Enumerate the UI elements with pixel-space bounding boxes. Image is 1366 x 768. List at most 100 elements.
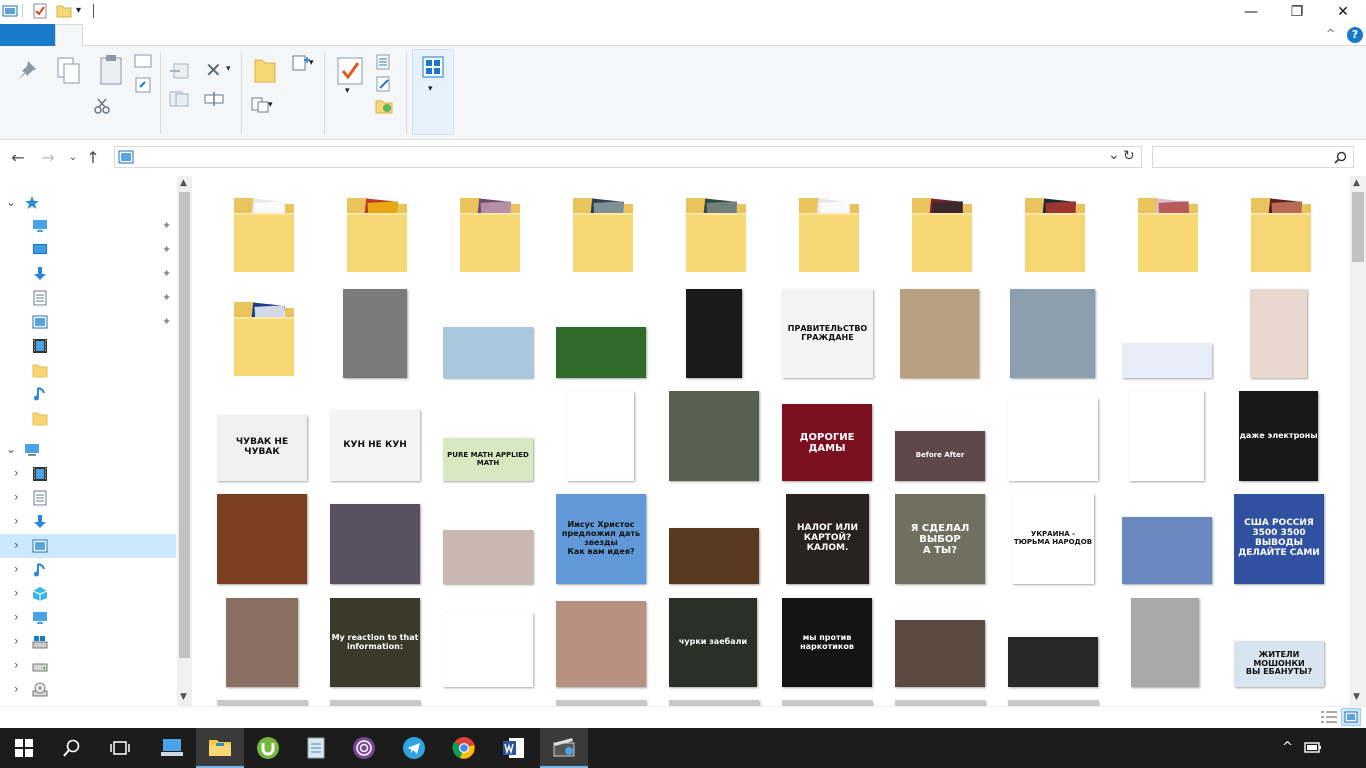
taskbar-app-utorrent[interactable]	[244, 728, 292, 768]
pin-icon[interactable]: ✦	[162, 315, 171, 328]
address-bar[interactable]: ⌄ ↻	[114, 146, 1142, 168]
image-thumbnail[interactable]	[556, 601, 646, 687]
folder-icon[interactable]	[910, 192, 974, 274]
taskbar-app-file-explorer[interactable]	[196, 728, 244, 768]
help-icon[interactable]: ?	[1347, 27, 1363, 43]
collapsed-chevron-icon[interactable]: ›	[14, 562, 19, 576]
maximize-button[interactable]: ❐	[1274, 0, 1320, 24]
image-thumbnail[interactable]	[669, 391, 759, 481]
nav-scroll-up-icon[interactable]: ▲	[180, 178, 187, 188]
rename-icon[interactable]	[203, 90, 225, 108]
delete-icon[interactable]: ✕	[205, 58, 222, 82]
pin-icon[interactable]: ✦	[162, 267, 171, 280]
image-thumbnail[interactable]	[1010, 289, 1095, 378]
forward-arrow-icon[interactable]: →	[37, 146, 59, 168]
recent-locations-chevron-icon[interactable]: ⌄	[62, 146, 84, 168]
customize-qa-chevron-icon[interactable]: ▾	[76, 5, 81, 16]
taskbar-app-telegram[interactable]	[390, 728, 438, 768]
collapsed-chevron-icon[interactable]: ›	[14, 610, 19, 624]
search-taskbar-button[interactable]	[48, 728, 96, 768]
details-view-icon[interactable]	[1320, 710, 1338, 724]
image-thumbnail[interactable]	[217, 494, 307, 584]
battery-icon[interactable]	[1304, 740, 1322, 754]
easy-access-icon[interactable]	[250, 96, 270, 114]
taskbar-app-chrome[interactable]	[440, 728, 488, 768]
home-tab[interactable]	[55, 24, 83, 47]
nav-this-pc-item[interactable]: ›	[0, 606, 176, 630]
taskbar-app-pc[interactable]	[148, 728, 196, 768]
file-tab[interactable]	[0, 24, 55, 46]
collapsed-chevron-icon[interactable]: ›	[14, 658, 19, 672]
minimize-button[interactable]: —	[1228, 0, 1274, 24]
image-thumbnail[interactable]	[443, 530, 533, 584]
collapsed-chevron-icon[interactable]: ›	[14, 466, 19, 480]
select-dropdown-chevron-icon[interactable]: ▾	[428, 84, 433, 94]
pictures-window-icon[interactable]	[2, 3, 18, 19]
pin-icon[interactable]: ✦	[162, 243, 171, 256]
paste-shortcut-icon[interactable]	[134, 76, 152, 94]
image-thumbnail[interactable]: Иисус Христос предложил дать звезды Как …	[556, 494, 646, 584]
image-thumbnail[interactable]: ПРАВИТЕЛЬСТВО ГРАЖДАНЕ	[782, 289, 873, 378]
search-input[interactable]	[1155, 148, 1325, 166]
pin-icon[interactable]: ✦	[162, 291, 171, 304]
folder-icon[interactable]	[1023, 192, 1087, 274]
nav-scrollbar-thumb[interactable]	[179, 192, 190, 658]
nav-this-pc[interactable]: ⌄	[0, 438, 176, 462]
image-thumbnail[interactable]	[556, 327, 646, 378]
nav-this-pc-item[interactable]: ›	[0, 534, 176, 558]
folder-icon[interactable]	[684, 192, 748, 274]
image-thumbnail[interactable]: ЖИТЕЛИ МОШОНКИ ВЫ ЕБАНУТЫ?	[1234, 641, 1324, 687]
delete-dropdown-chevron-icon[interactable]: ▾	[226, 64, 231, 74]
pin-icon[interactable]: ✦	[162, 219, 171, 232]
show-hidden-icons-chevron-icon[interactable]: ^	[1282, 740, 1293, 755]
taskbar-app-tor[interactable]	[340, 728, 388, 768]
move-to-icon[interactable]	[168, 62, 192, 80]
image-thumbnail[interactable]	[226, 598, 298, 687]
image-thumbnail[interactable]: ДОРОГИЕ ДАМЫ	[782, 404, 872, 481]
new-folder-large-icon[interactable]	[253, 56, 277, 84]
image-thumbnail[interactable]	[1008, 398, 1098, 481]
history-icon[interactable]	[375, 98, 393, 114]
nav-quick-access-item[interactable]: ✦	[0, 238, 176, 262]
image-thumbnail[interactable]: мы против наркотиков	[782, 598, 872, 687]
new-item-dropdown-chevron-icon[interactable]: ▾	[309, 58, 314, 68]
nav-quick-access-item[interactable]	[0, 406, 176, 430]
image-thumbnail[interactable]	[567, 391, 634, 481]
collapse-ribbon-chevron-icon[interactable]: ^	[1326, 27, 1335, 40]
properties-icon[interactable]	[32, 3, 48, 19]
address-dropdown-chevron-icon[interactable]: ⌄	[1108, 147, 1120, 163]
image-thumbnail[interactable]	[1129, 391, 1204, 481]
collapsed-chevron-icon[interactable]: ›	[14, 682, 19, 696]
up-arrow-icon[interactable]: ↑	[82, 146, 104, 168]
image-thumbnail[interactable]	[343, 289, 407, 378]
nav-this-pc-item[interactable]: ›	[0, 678, 176, 702]
collapsed-chevron-icon[interactable]: ›	[14, 634, 19, 648]
image-thumbnail[interactable]: Я СДЕЛАЛ ВЫБОР А ТЫ?	[895, 494, 985, 584]
folder-icon[interactable]	[1249, 192, 1313, 274]
image-thumbnail[interactable]: УКРАИНА - ТЮРЬМА НАРОДОВ	[1012, 494, 1094, 584]
nav-this-pc-item[interactable]: ›	[0, 654, 176, 678]
taskbar-app-notepad[interactable]	[292, 728, 340, 768]
collapsed-chevron-icon[interactable]: ›	[14, 538, 19, 552]
paste-icon[interactable]	[98, 54, 124, 86]
folder-icon[interactable]	[232, 296, 296, 378]
content-scroll-down-icon[interactable]: ▼	[1353, 692, 1360, 702]
search-icon[interactable]	[1334, 151, 1347, 164]
expand-chevron-icon[interactable]: ⌄	[6, 442, 16, 456]
nav-quick-access[interactable]: ⌄	[0, 191, 176, 215]
copy-path-icon[interactable]	[134, 54, 152, 68]
nav-quick-access-item[interactable]: ✦	[0, 262, 176, 286]
folder-icon[interactable]	[345, 192, 409, 274]
nav-this-pc-item[interactable]: ›	[0, 558, 176, 582]
search-box[interactable]	[1152, 146, 1354, 168]
back-arrow-icon[interactable]: ←	[7, 146, 29, 168]
nav-quick-access-item[interactable]: ✦	[0, 286, 176, 310]
taskbar-app-clapper[interactable]	[540, 728, 588, 768]
image-thumbnail[interactable]	[443, 327, 533, 378]
close-button[interactable]: ✕	[1320, 0, 1366, 24]
image-thumbnail[interactable]: PURE MATH APPLIED MATH	[443, 438, 533, 481]
nav-quick-access-item[interactable]	[0, 358, 176, 382]
large-icons-view-button[interactable]	[1341, 708, 1361, 726]
copy-to-icon[interactable]	[168, 90, 192, 108]
image-thumbnail[interactable]	[1008, 637, 1098, 687]
